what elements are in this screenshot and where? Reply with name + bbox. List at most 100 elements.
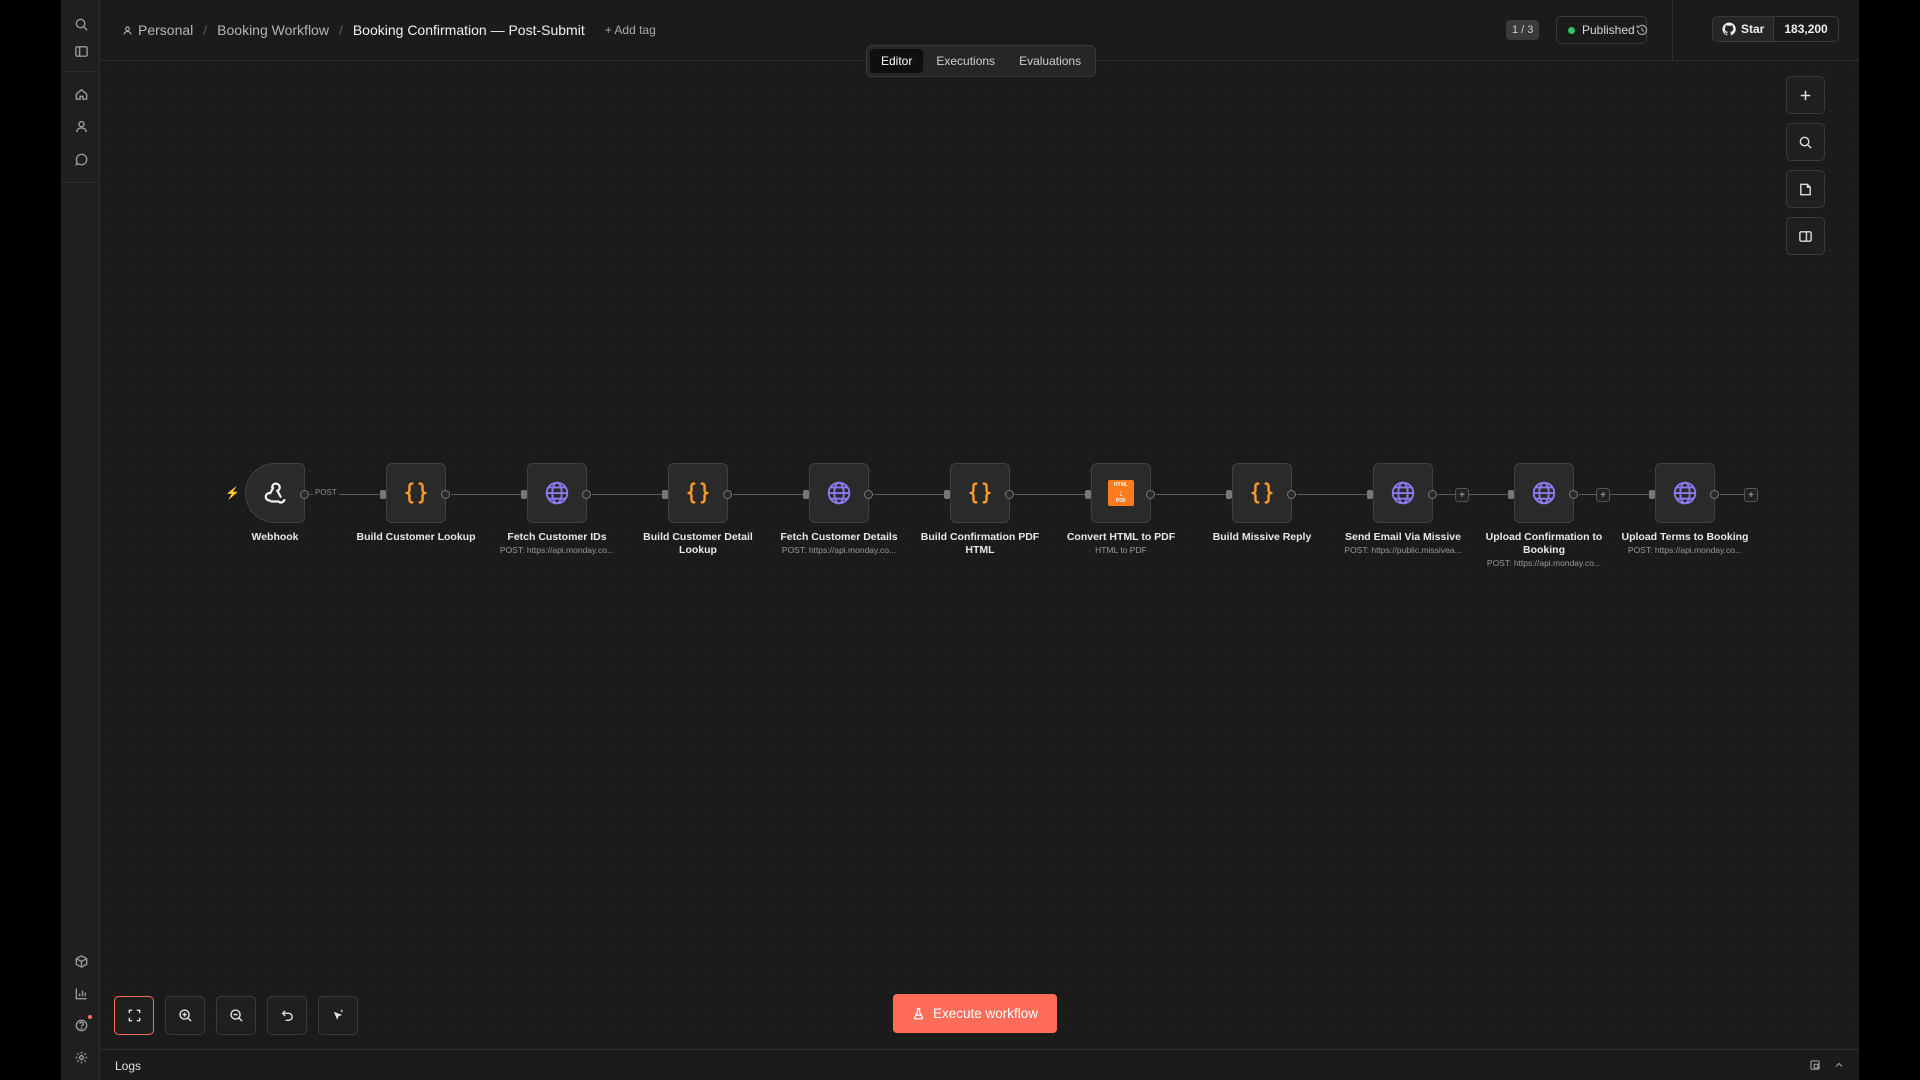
node-label: Build Missive Reply: [1212, 531, 1312, 543]
add-node-button[interactable]: [1786, 76, 1825, 114]
execute-workflow-button[interactable]: Execute workflow: [893, 994, 1058, 1033]
insights-chart-icon[interactable]: [70, 982, 92, 1004]
view-tabs: Editor Executions Evaluations: [866, 45, 1097, 77]
output-handle[interactable]: [1569, 490, 1578, 499]
insert-node-button[interactable]: +: [1455, 488, 1469, 502]
node-label: Fetch Customer IDs: [507, 531, 607, 543]
version-badge[interactable]: 1 / 3: [1506, 20, 1540, 40]
workflow-node[interactable]: [950, 463, 1010, 523]
user-icon[interactable]: [70, 115, 92, 137]
output-handle[interactable]: [1428, 490, 1437, 499]
insert-node-button[interactable]: +: [1596, 488, 1610, 502]
output-handle[interactable]: [582, 490, 591, 499]
trigger-bolt-icon: ⚡: [225, 486, 240, 500]
code-icon: [401, 478, 431, 508]
search-icon[interactable]: [70, 13, 92, 35]
workflow-name[interactable]: Booking Confirmation — Post-Submit: [353, 22, 585, 38]
tidy-up-button[interactable]: [318, 996, 358, 1035]
breadcrumb-project[interactable]: Personal: [122, 22, 193, 38]
workflow-node[interactable]: [1514, 463, 1574, 523]
node-label: Upload Confirmation to Booking: [1485, 531, 1603, 556]
sticky-note-button[interactable]: [1786, 170, 1825, 208]
add-next-node-button[interactable]: +: [1744, 488, 1758, 502]
node-label: Build Confirmation PDF HTML: [920, 531, 1040, 556]
html-to-pdf-icon: HTML ↓ PDF: [1108, 480, 1134, 506]
workflow-node[interactable]: [245, 463, 305, 523]
popout-icon[interactable]: [1807, 1057, 1823, 1073]
fit-view-button[interactable]: [114, 996, 154, 1035]
connection-line[interactable]: [1015, 494, 1086, 495]
webhook-icon: [260, 478, 290, 508]
add-tag-button[interactable]: + Add tag: [605, 23, 656, 37]
connection-line[interactable]: [1579, 494, 1650, 495]
connection-method-label: POST: [313, 488, 339, 497]
breadcrumb-separator: /: [338, 22, 343, 38]
workflow-node[interactable]: [386, 463, 446, 523]
connection-line[interactable]: [592, 494, 663, 495]
output-handle[interactable]: [441, 490, 450, 499]
output-handle[interactable]: [300, 490, 309, 499]
connection-line[interactable]: [1438, 494, 1509, 495]
history-icon[interactable]: [1631, 19, 1653, 41]
workflow-node[interactable]: [809, 463, 869, 523]
github-star-widget[interactable]: Star 183,200: [1712, 16, 1839, 42]
status-dot: [1568, 26, 1575, 34]
connection-line[interactable]: [874, 494, 945, 495]
flask-icon: [913, 1007, 924, 1020]
app-window: Personal / Booking Workflow / Booking Co…: [61, 0, 1859, 1080]
workflow-node[interactable]: [1655, 463, 1715, 523]
node-label: Build Customer Detail Lookup: [643, 531, 753, 556]
tab-executions[interactable]: Executions: [925, 49, 1006, 73]
home-icon[interactable]: [70, 83, 92, 105]
output-handle[interactable]: [1005, 490, 1014, 499]
zoom-in-button[interactable]: [165, 996, 205, 1035]
node-subtitle: POST: https://public.missivea...: [1344, 545, 1462, 555]
globe-icon: [824, 478, 854, 508]
tab-evaluations[interactable]: Evaluations: [1008, 49, 1092, 73]
zoom-out-button[interactable]: [216, 996, 256, 1035]
output-handle[interactable]: [1710, 490, 1719, 499]
globe-icon: [1529, 478, 1559, 508]
undo-button[interactable]: [267, 996, 307, 1035]
arrow-down-icon: ↓: [1118, 487, 1124, 498]
output-handle[interactable]: [1146, 490, 1155, 499]
status-label: Published: [1582, 23, 1635, 37]
connection-line[interactable]: [451, 494, 522, 495]
node-label: Convert HTML to PDF: [1066, 531, 1176, 543]
workflow-node[interactable]: HTML ↓ PDF: [1091, 463, 1151, 523]
code-icon: [1247, 478, 1277, 508]
workflow-canvas[interactable]: ⚡ POST Webhook Build Customer Lookup Fetch C…: [100, 61, 1859, 1049]
logs-panel-bar[interactable]: Logs: [100, 1049, 1859, 1080]
node-subtitle: POST: https://api.monday.co...: [1486, 558, 1602, 568]
settings-gear-icon[interactable]: [70, 1046, 92, 1068]
node-label: Send Email Via Missive: [1345, 531, 1461, 543]
tab-editor[interactable]: Editor: [870, 49, 924, 73]
github-star-button[interactable]: Star: [1713, 17, 1775, 41]
workflow-node[interactable]: [668, 463, 728, 523]
templates-icon[interactable]: [70, 950, 92, 972]
help-icon[interactable]: [70, 1014, 92, 1036]
node-label: Webhook: [251, 531, 299, 543]
node-label: Build Customer Lookup: [356, 531, 476, 543]
output-handle[interactable]: [864, 490, 873, 499]
search-nodes-button[interactable]: [1786, 123, 1825, 161]
chevron-up-icon[interactable]: [1831, 1057, 1847, 1073]
workflow-node[interactable]: [1373, 463, 1433, 523]
breadcrumb-folder[interactable]: Booking Workflow: [217, 22, 329, 38]
workflow-node[interactable]: [1232, 463, 1292, 523]
chat-icon[interactable]: [70, 148, 92, 170]
output-handle[interactable]: [1287, 490, 1296, 499]
connection-line[interactable]: [733, 494, 804, 495]
code-icon: [965, 478, 995, 508]
connection-line[interactable]: [1297, 494, 1368, 495]
node-subtitle: HTML to PDF: [1095, 545, 1147, 555]
code-icon: [683, 478, 713, 508]
workflow-node[interactable]: [527, 463, 587, 523]
globe-icon: [1670, 478, 1700, 508]
connection-line[interactable]: [1156, 494, 1227, 495]
sidebar-toggle-icon[interactable]: [70, 40, 92, 62]
output-handle[interactable]: [723, 490, 732, 499]
side-panel-toggle-button[interactable]: [1786, 217, 1825, 255]
globe-icon: [1388, 478, 1418, 508]
node-subtitle: POST: https://api.monday.co...: [1627, 545, 1743, 555]
